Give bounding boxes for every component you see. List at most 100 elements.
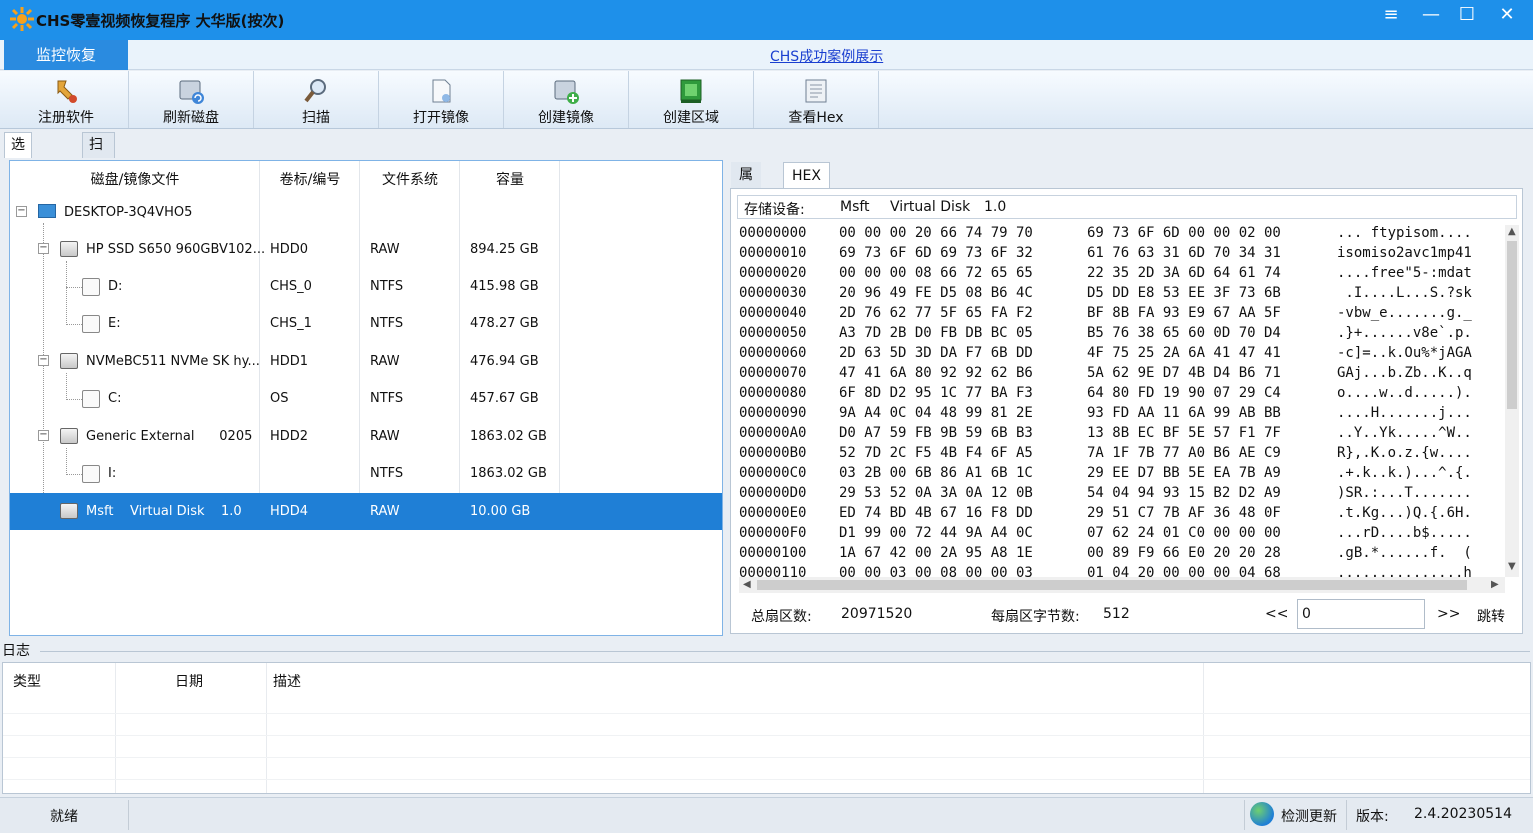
create-region-button[interactable]: 创建区域 [629, 71, 754, 128]
hex-ascii: o....w..d.....). [1337, 385, 1472, 401]
hex-ascii: ... ftypisom.... [1337, 225, 1472, 241]
scroll-up-icon[interactable]: ▲ [1508, 226, 1516, 237]
disk-label: HDD0 [270, 242, 309, 257]
hex-panel: 存储设备: Msft Virtual Disk 1.0 00000000 00 0… [730, 188, 1523, 634]
scrollbar-thumb[interactable] [757, 580, 1467, 590]
open-image-button[interactable]: 打开镜像 [379, 71, 504, 128]
disk-size: 476.94 GB [470, 354, 539, 369]
check-update-button[interactable]: 检测更新 [1281, 806, 1337, 826]
vertical-scrollbar[interactable]: ▲ ▼ [1505, 225, 1519, 577]
computer-name: DESKTOP-3Q4VHO5 [64, 205, 193, 220]
hex-bytes: D0 A7 59 FB 9B 59 6B B3 [839, 425, 1033, 441]
tab-properties[interactable]: 属性 [731, 162, 761, 209]
hex-ascii: ...rD....b$..... [1337, 525, 1472, 541]
log-col-type[interactable]: 类型 [13, 671, 41, 691]
hex-ascii: .+.k..k.)...^.{. [1337, 465, 1472, 481]
hex-ascii: R},.K.o.z.{w.... [1337, 445, 1472, 461]
jump-button[interactable]: 跳转 [1477, 606, 1505, 626]
device-rev: 1.0 [984, 199, 1007, 215]
tab-scan-results[interactable]: 扫描结果---> [82, 132, 116, 273]
register-button[interactable]: 注册软件 [4, 71, 129, 128]
tab-select-disk[interactable]: 选择磁盘 [4, 132, 32, 225]
version-value: 2.4.20230514 [1414, 806, 1512, 822]
refresh-disk-icon [179, 80, 204, 104]
col-volume-label[interactable]: 卷标/编号 [260, 169, 360, 189]
collapse-icon[interactable]: − [38, 430, 49, 441]
tree-root-row[interactable]: − DESKTOP-3Q4VHO5 [10, 194, 722, 231]
prev-page-button[interactable]: << [1265, 606, 1288, 622]
create-region-icon [680, 79, 702, 103]
col-capacity[interactable]: 容量 [460, 169, 560, 189]
scan-button[interactable]: 扫描 [254, 71, 379, 128]
hex-bytes: 00 00 03 00 08 00 00 03 [839, 565, 1033, 577]
hex-ascii: GAj...b.Zb..K..q [1337, 365, 1472, 381]
collapse-icon[interactable]: − [16, 206, 27, 217]
sector-jump-input[interactable]: 0 [1297, 599, 1425, 629]
partition-row[interactable]: D: CHS_0 NTFS 415.98 GB [10, 268, 722, 305]
view-hex-button[interactable]: 查看Hex [754, 71, 879, 128]
window-title: CHS零壹视频恢复程序 大华版(按次) [36, 12, 285, 30]
minimize-icon[interactable]: — [1414, 4, 1448, 28]
hex-ascii: .t.Kg...)Q.{.6H. [1337, 505, 1472, 521]
hex-bytes: 5A 62 9E D7 4B D4 B6 71 [1087, 365, 1281, 381]
disk-label: HDD4 [270, 504, 309, 519]
partition-fs: NTFS [370, 316, 404, 331]
scroll-right-icon[interactable]: ▶ [1491, 579, 1499, 590]
col-file-system[interactable]: 文件系统 [360, 169, 460, 189]
scroll-down-icon[interactable]: ▼ [1508, 561, 1516, 572]
log-col-date[interactable]: 日期 [175, 671, 203, 691]
hex-bytes: 00 89 F9 66 E0 20 20 28 [1087, 545, 1281, 561]
partition-fs: NTFS [370, 391, 404, 406]
log-divider [40, 651, 1530, 652]
disk-size: 1863.02 GB [470, 429, 547, 444]
horizontal-scrollbar[interactable]: ◀ ▶ [739, 577, 1505, 593]
device-vendor: Msft [840, 199, 870, 215]
refresh-disk-button[interactable]: 刷新磁盘 [129, 71, 254, 128]
scroll-left-icon[interactable]: ◀ [743, 579, 751, 590]
hex-dump[interactable]: 00000000 00 00 00 20 66 74 79 70 69 73 6F … [739, 225, 1503, 577]
partition-size: 1863.02 GB [470, 466, 547, 481]
hex-bytes: 00 00 00 08 66 72 65 65 [839, 265, 1033, 281]
hex-bytes: 69 73 6F 6D 69 73 6F 32 [839, 245, 1033, 261]
hex-bytes: 2D 76 62 77 5F 65 FA F2 [839, 305, 1033, 321]
hard-disk-icon [60, 241, 78, 257]
disk-row[interactable]: − NVMeBC511 NVMe SK hy... HDD1 RAW 476.9… [10, 343, 722, 380]
globe-icon[interactable] [1250, 802, 1274, 826]
next-page-button[interactable]: >> [1437, 606, 1460, 622]
register-key-icon [57, 80, 77, 103]
partition-icon [82, 315, 100, 333]
hex-offset: 00000060 [739, 345, 807, 361]
hard-disk-icon [60, 353, 78, 369]
success-case-link[interactable]: CHS成功案例展示 [770, 46, 883, 66]
partition-row[interactable]: E: CHS_1 NTFS 478.27 GB [10, 305, 722, 342]
create-image-button[interactable]: 创建镜像 [504, 71, 629, 128]
partition-row[interactable]: I: NTFS 1863.02 GB [10, 455, 722, 492]
hex-offset: 000000B0 [739, 445, 807, 461]
disk-name: HP SSD S650 960GBV102... [86, 242, 266, 257]
close-icon[interactable]: ✕ [1490, 4, 1524, 28]
disk-row[interactable]: − Generic External 0205 HDD2 RAW 1863.02… [10, 418, 722, 455]
hex-ascii: -vbw_e.......g._ [1337, 305, 1472, 321]
tab-monitor-recovery[interactable]: 监控恢复 [4, 40, 128, 70]
partition-name: I: [108, 466, 117, 481]
device-model: Virtual Disk [890, 199, 971, 215]
hex-offset: 00000010 [739, 245, 807, 261]
hex-offset: 00000000 [739, 225, 807, 241]
log-col-description[interactable]: 描述 [273, 671, 301, 691]
disk-row-selected[interactable]: Msft Virtual Disk 1.0 HDD4 RAW 10.00 GB [10, 493, 722, 530]
computer-icon [38, 204, 56, 218]
disk-row[interactable]: − HP SSD S650 960GBV102... HDD0 RAW 894.… [10, 231, 722, 268]
tab-hex-value[interactable]: HEX值 [783, 162, 830, 210]
maximize-icon[interactable]: ☐ [1450, 4, 1484, 28]
col-disk-image[interactable]: 磁盘/镜像文件 [10, 169, 260, 189]
collapse-icon[interactable]: − [38, 355, 49, 366]
hex-bytes: 00 00 00 20 66 74 79 70 [839, 225, 1033, 241]
collapse-icon[interactable]: − [38, 243, 49, 254]
menu-icon[interactable]: ≡ [1374, 4, 1408, 28]
hex-bytes: 4F 75 25 2A 6A 41 47 41 [1087, 345, 1281, 361]
scrollbar-thumb[interactable] [1507, 241, 1517, 409]
device-label: 存储设备: [744, 202, 805, 218]
partition-row[interactable]: C: OS NTFS 457.67 GB [10, 380, 722, 417]
disk-table-header: 磁盘/镜像文件 卷标/编号 文件系统 容量 [10, 161, 722, 195]
bytes-per-sector-label: 每扇区字节数: [991, 609, 1080, 625]
